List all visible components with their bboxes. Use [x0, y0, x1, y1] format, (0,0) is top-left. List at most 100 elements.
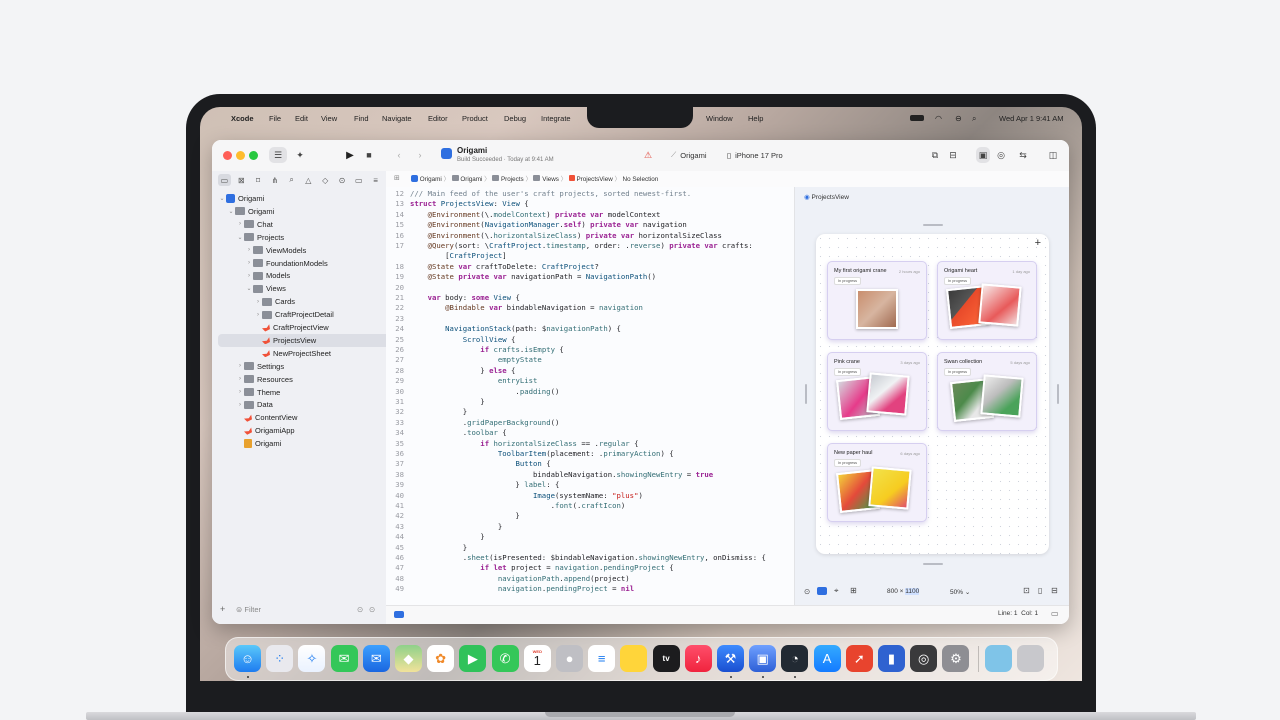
- tv-icon[interactable]: tv: [652, 645, 680, 672]
- finder-icon[interactable]: ☺: [234, 645, 261, 672]
- file-tree-item[interactable]: ⌄ Origami: [218, 205, 389, 218]
- close-window-button[interactable]: [223, 151, 232, 160]
- breadcrumb-item[interactable]: Origami: [420, 176, 442, 183]
- calendar-icon[interactable]: WED 1: [523, 645, 551, 672]
- grid-icon[interactable]: ⊞: [850, 586, 857, 595]
- menu-integrate[interactable]: Integrate: [541, 114, 571, 123]
- file-tree-item[interactable]: › Data: [218, 398, 398, 411]
- debug-area-toggle-icon[interactable]: [394, 611, 404, 618]
- folder-tab-icon[interactable]: ▭: [218, 174, 231, 186]
- simulator-icon[interactable]: ▣: [749, 645, 777, 672]
- live-preview-icon[interactable]: ⊙: [804, 587, 810, 596]
- menu-debug[interactable]: Debug: [504, 114, 526, 123]
- maps-icon[interactable]: ◆: [395, 645, 422, 672]
- zoom-window-button[interactable]: [249, 151, 258, 160]
- music-icon[interactable]: ♪: [684, 645, 712, 672]
- canvas-layout-icon[interactable]: ⊟: [946, 147, 960, 163]
- destination-selector[interactable]: ▯ iPhone 17 Pro: [724, 147, 794, 163]
- chevron-right-icon[interactable]: ›: [245, 247, 253, 253]
- app-store-icon[interactable]: A: [813, 645, 841, 672]
- photos-icon[interactable]: ✿: [427, 645, 455, 672]
- project-card[interactable]: Pink crane 3 days ago In progress: [827, 352, 927, 431]
- menu-view[interactable]: View: [321, 114, 337, 123]
- forward-icon[interactable]: ›: [413, 147, 427, 163]
- chevron-right-icon[interactable]: ›: [245, 260, 253, 266]
- issue-indicator-icon[interactable]: ⚠: [641, 147, 655, 163]
- chevron-right-icon[interactable]: ›: [254, 299, 262, 305]
- test-tab-icon[interactable]: ◇: [319, 174, 332, 186]
- chevron-down-icon[interactable]: ⌄: [236, 234, 244, 241]
- phone-icon[interactable]: ✆: [491, 645, 519, 672]
- bottom-drag-handle[interactable]: [923, 563, 943, 565]
- source-control-icon[interactable]: ⇆: [1016, 147, 1030, 163]
- inspector-area-icon[interactable]: ▭: [1051, 609, 1059, 618]
- chevron-right-icon[interactable]: ›: [236, 389, 244, 395]
- library-icon[interactable]: ⧉: [928, 147, 942, 163]
- variants-icon[interactable]: ⌖: [834, 586, 839, 596]
- safari-icon[interactable]: ✧: [298, 645, 326, 672]
- preview-toggle-icon[interactable]: ▣: [976, 147, 990, 163]
- run-button[interactable]: ▶: [343, 147, 357, 163]
- breadcrumb-item[interactable]: ProjectsView: [576, 176, 612, 183]
- instruments-icon[interactable]: ◔: [781, 645, 809, 672]
- chevron-down-icon[interactable]: ⌄: [218, 195, 226, 202]
- project-card[interactable]: New paper haul 6 days ago In progress: [827, 443, 927, 522]
- filter-field[interactable]: ⊜ Filter: [236, 605, 261, 614]
- breakpoint-tab-icon[interactable]: ▭: [352, 174, 365, 186]
- add-file-icon[interactable]: +: [220, 604, 225, 614]
- chevron-right-icon[interactable]: ›: [254, 312, 262, 318]
- breadcrumb-item[interactable]: Projects: [501, 176, 524, 183]
- right-drag-handle[interactable]: [1057, 384, 1059, 404]
- source-editor[interactable]: 12 /// Main feed of the user's craft proj…: [386, 187, 794, 605]
- chevron-down-icon[interactable]: ⌄: [227, 208, 235, 215]
- xcode-icon[interactable]: ⚒: [717, 645, 744, 672]
- scheme-selector[interactable]: ⟋ Origami: [667, 147, 724, 163]
- chevron-right-icon[interactable]: ›: [236, 376, 244, 382]
- breadcrumb-item[interactable]: No Selection: [623, 176, 659, 183]
- file-tree-item[interactable]: ⌄ Origami: [218, 192, 380, 205]
- chevron-right-icon[interactable]: ›: [236, 221, 244, 227]
- contacts-icon[interactable]: ●: [556, 645, 583, 672]
- file-tree-item[interactable]: › FoundationModels: [218, 257, 407, 270]
- files-icon[interactable]: ▮: [878, 645, 905, 672]
- chevron-right-icon[interactable]: ›: [245, 273, 253, 279]
- file-tree-item[interactable]: › Models: [218, 269, 407, 282]
- launchpad-icon[interactable]: ⁘: [266, 645, 294, 672]
- menu-file[interactable]: File: [269, 114, 281, 123]
- menu-product[interactable]: Product: [462, 114, 488, 123]
- notes-icon[interactable]: [620, 645, 648, 672]
- project-card[interactable]: Swan collection 5 days ago In progress: [937, 352, 1037, 431]
- accessibility-icon[interactable]: ◎: [910, 645, 938, 672]
- chevron-down-icon[interactable]: ⌄: [245, 285, 253, 292]
- chevron-right-icon[interactable]: ›: [236, 363, 244, 369]
- source-control-tab-icon[interactable]: ⊠: [235, 174, 248, 186]
- zoom-selector[interactable]: 50% ⌄: [950, 588, 970, 596]
- file-tree-item[interactable]: › ViewModels: [218, 244, 407, 257]
- menu-search-icon[interactable]: ⌕: [972, 114, 976, 124]
- debug-tab-icon[interactable]: ⊙: [336, 174, 349, 186]
- file-tree-item[interactable]: Origami: [218, 437, 398, 450]
- menu-edit[interactable]: Edit: [295, 114, 308, 123]
- assistant-editor-icon[interactable]: ◎: [994, 147, 1008, 163]
- menu-help[interactable]: Help: [748, 114, 763, 123]
- file-tree-item[interactable]: OrigamiApp: [218, 424, 398, 437]
- project-card[interactable]: Origami heart 1 day ago In progress: [937, 261, 1037, 340]
- stop-button[interactable]: ■: [363, 147, 375, 163]
- messages-icon[interactable]: ✉: [330, 645, 358, 672]
- file-tree-item[interactable]: ⌄ Views: [218, 282, 407, 295]
- canvas-settings-icon[interactable]: ⊟: [1051, 586, 1058, 595]
- breadcrumb-item[interactable]: Views: [542, 176, 559, 183]
- settings-icon[interactable]: ⚙: [942, 645, 970, 672]
- fit-to-screen-icon[interactable]: ⊡: [1023, 586, 1030, 595]
- file-tree-item[interactable]: ContentView: [218, 411, 398, 424]
- recent-files-icon[interactable]: ⊙: [357, 605, 363, 614]
- project-card[interactable]: My first origami crane 2 hours ago In prog…: [827, 261, 927, 340]
- preview-label[interactable]: ◉ ProjectsView: [804, 193, 849, 201]
- coding-assistant-icon[interactable]: ✦: [291, 147, 309, 163]
- menu-find[interactable]: Find: [354, 114, 369, 123]
- device-settings-icon[interactable]: ▯: [1038, 586, 1042, 595]
- related-items-icon[interactable]: ⊞: [394, 174, 400, 182]
- menu-navigate[interactable]: Navigate: [382, 114, 412, 123]
- hierarchy-tab-icon[interactable]: ⋔: [268, 174, 281, 186]
- menu-editor[interactable]: Editor: [428, 114, 448, 123]
